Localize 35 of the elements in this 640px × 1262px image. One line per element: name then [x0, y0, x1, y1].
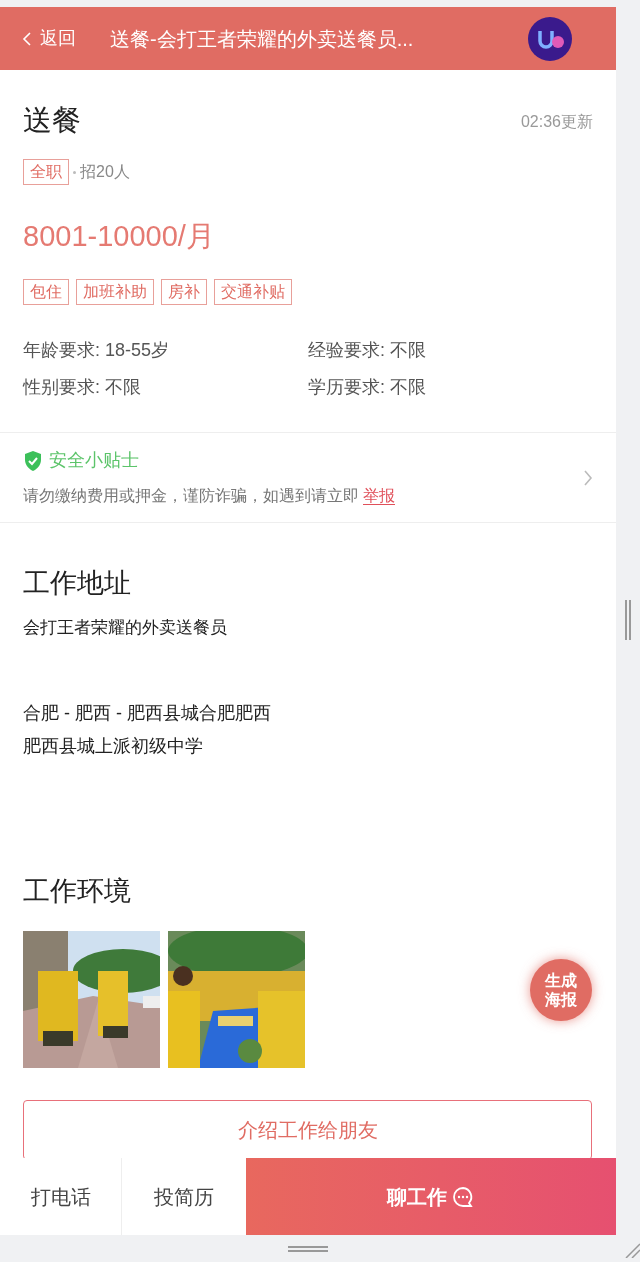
benefit-tag: 交通补贴 [214, 279, 292, 305]
resume-button[interactable]: 投简历 [122, 1158, 246, 1235]
address-line: 合肥 - 肥西 - 肥西县城合肥肥西 [23, 701, 272, 725]
safety-tip-title: 安全小贴士 [49, 449, 139, 472]
resize-grip-icon[interactable] [624, 1242, 640, 1258]
salary: 8001-10000/月 [23, 219, 216, 254]
company-name: 会打王者荣耀的外卖送餐员 [23, 617, 228, 639]
benefit-tag: 包住 [23, 279, 69, 305]
benefit-tag: 房补 [161, 279, 207, 305]
requirement-text: 年龄要求: 18-55岁 [23, 339, 171, 362]
job-type-tag: 全职 [23, 159, 69, 185]
app-logo-icon[interactable] [528, 16, 572, 61]
chevron-left-icon [22, 30, 32, 47]
benefit-tag: 加班补助 [76, 279, 154, 305]
shield-check-icon [23, 449, 43, 472]
job-title: 送餐 [23, 103, 81, 138]
headcount: 招20人 [80, 162, 130, 182]
chat-button[interactable]: 聊工作 [246, 1158, 616, 1235]
drag-handle-icon[interactable] [288, 1244, 328, 1253]
chevron-right-icon[interactable] [583, 468, 593, 487]
section-heading: 工作地址 [23, 567, 132, 600]
safety-tip-text: 请勿缴纳费用或押金，谨防诈骗，如遇到请立即 举报 [23, 486, 397, 507]
section-heading: 工作环境 [23, 874, 132, 908]
poster-button[interactable]: 生成海报 [530, 959, 592, 1021]
requirement-text: 学历要求: 不限 [308, 376, 427, 399]
report-link[interactable]: 举报 [363, 487, 396, 505]
call-button[interactable]: 打电话 [0, 1158, 122, 1235]
requirement-text: 性别要求: 不限 [23, 376, 142, 399]
chat-bubble-icon [451, 1184, 475, 1209]
requirement-text: 经验要求: 不限 [308, 339, 427, 362]
update-time: 02:36更新 [520, 112, 593, 132]
resize-handle-icon[interactable] [624, 600, 632, 640]
back-button[interactable]: 返回 [22, 25, 76, 52]
page-title: 送餐-会打王者荣耀的外卖送餐员... [110, 26, 414, 52]
address-line: 肥西县城上派初级中学 [23, 734, 204, 758]
